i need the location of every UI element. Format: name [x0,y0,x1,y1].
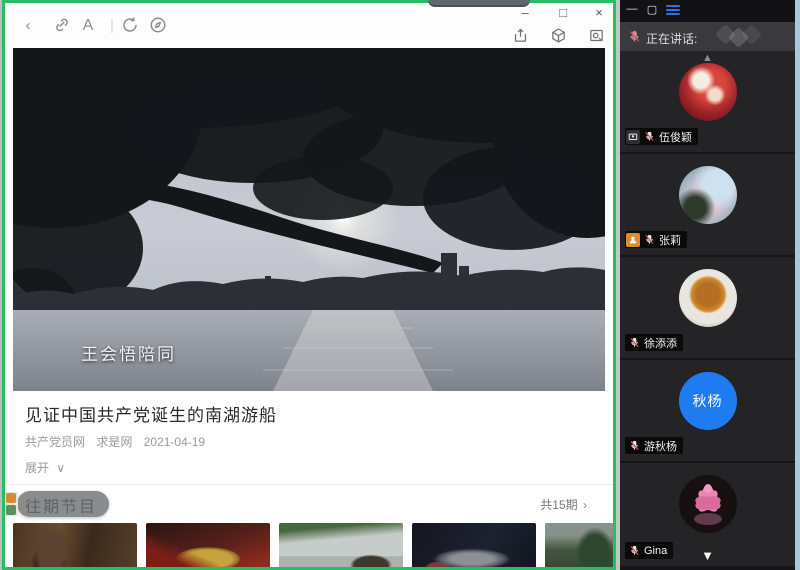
participant-name: Gina [644,545,667,557]
edge-docked-widget[interactable] [5,492,18,516]
participant-name: 张莉 [659,232,681,248]
participant-tiles: ▲ 伍俊颖 [620,51,795,568]
font-size-icon[interactable]: A [77,3,99,48]
participant-name: 游秋杨 [644,438,677,454]
avatar [679,475,737,533]
participant-name-bar: Gina [625,542,673,559]
share-page-icon[interactable] [512,27,529,49]
avatar: 秋杨 [679,372,737,430]
video-subtitle: 王会悟陪同 [81,340,176,365]
participant-name-bar: 伍俊颖 [625,128,698,145]
meeting-participants-panel: — ▢ 正在讲话: ▲ [620,0,795,570]
participant-name: 伍俊颖 [659,129,692,145]
panel-restore-icon[interactable]: ▢ [644,3,660,16]
avatar [679,269,737,327]
chevron-right-icon: › [583,498,587,512]
video-frame[interactable]: 王会悟陪同 [13,48,605,391]
muted-mic-icon [644,131,655,142]
widget-orange-icon [6,493,16,503]
chevron-down-icon: ∨ [56,461,65,475]
muted-mic-icon [644,234,655,245]
avatar-initials: 秋杨 [693,391,723,411]
avatar [679,63,737,121]
multi-window-icon[interactable] [588,27,605,49]
panel-minimize-icon[interactable]: — [624,3,640,15]
participant-tile[interactable]: 张莉 [620,154,795,255]
avatar [679,166,737,224]
episodes-count-link[interactable]: 共15期 › [540,496,587,513]
3d-cube-icon[interactable] [550,27,567,49]
speaking-label: 正在讲话: [646,30,697,47]
participant-name-bar: 游秋杨 [625,437,683,454]
muted-mic-icon [629,440,640,451]
participant-tile[interactable]: ▲ 伍俊颖 [620,51,795,152]
article-meta: 共产党员网 求是网 2021-04-19 [25,433,213,450]
article-source-1[interactable]: 共产党员网 [25,435,85,449]
window-minimize-button[interactable]: – [515,5,535,21]
episode-thumbnail-2[interactable] [146,523,270,570]
shared-browser-window: ‹ A | – □ × [2,0,616,570]
floating-meeting-pill[interactable] [17,491,109,517]
reader-mode-icon[interactable] [149,16,167,34]
article-title: 见证中国共产党诞生的南湖游船 [25,401,277,426]
muted-mic-icon [629,337,640,348]
participant-tile[interactable]: 徐添添 [620,257,795,358]
expand-toggle[interactable]: 展开 ∨ [25,459,65,476]
participant-tile[interactable]: Gina ▼ [620,463,795,566]
refresh-icon[interactable] [121,16,139,34]
desktop-edge-strip [795,0,800,570]
toolbar-divider: | [101,3,123,48]
episode-thumbnail-5[interactable] [545,523,616,570]
browser-toolbar: ‹ A | – □ × [5,3,613,48]
article-date: 2021-04-19 [144,435,205,449]
lotus-art [679,475,737,533]
link-icon[interactable] [53,16,71,34]
participant-tile[interactable]: 秋杨 游秋杨 [620,360,795,461]
episode-thumbnail-4[interactable] [412,523,536,570]
episode-thumbnail-1[interactable] [13,523,137,570]
scroll-down-icon[interactable]: ▼ [701,548,714,563]
window-close-button[interactable]: × [589,5,609,21]
widget-green-icon [6,505,16,515]
screen-share-badge-icon [626,130,640,144]
meeting-logo-watermark [718,27,768,47]
window-maximize-button[interactable]: □ [553,5,573,21]
section-divider [5,484,613,485]
screenshare-control-bar[interactable] [428,0,530,7]
host-badge-icon [626,233,640,247]
panel-header: — ▢ [620,0,795,22]
article-source-2[interactable]: 求是网 [96,435,132,449]
participant-name: 徐添添 [644,335,677,351]
episode-thumbnail-3[interactable] [279,523,403,570]
panel-menu-icon[interactable] [666,5,680,17]
participant-name-bar: 徐添添 [625,334,683,351]
muted-mic-icon [629,545,640,556]
participant-name-bar: 张莉 [625,231,687,248]
back-icon[interactable]: ‹ [17,3,39,48]
speaking-indicator-row: 正在讲话: [620,22,795,51]
speaking-mic-icon [628,30,641,43]
